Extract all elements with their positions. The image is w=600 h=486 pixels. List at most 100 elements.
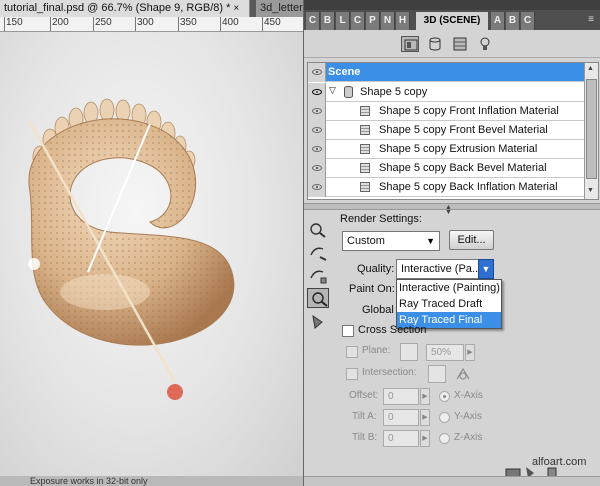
scene-list-scrollbar[interactable]: ▲ ▼: [584, 63, 598, 199]
shape-row[interactable]: ▽ Shape 5 copy: [308, 83, 584, 102]
intersection-label: Intersection:: [362, 367, 417, 378]
document-window: tutorial_final.psd @ 66.7% (Shape 9, RGB…: [0, 0, 303, 486]
plane-color-swatch[interactable]: [400, 343, 418, 361]
visibility-toggle[interactable]: [308, 121, 326, 140]
paint-on-label: Paint On:: [349, 283, 395, 295]
material-row[interactable]: Shape 5 copy Front Bevel Material: [308, 121, 584, 140]
y-axis-radio[interactable]: [439, 412, 450, 423]
panel-top-strip: [304, 0, 600, 10]
ruler-tick: 450: [262, 17, 281, 31]
material-row-label: Shape 5 copy Front Inflation Material: [379, 105, 559, 117]
chevron-right-icon[interactable]: ▶: [420, 430, 430, 447]
visibility-toggle[interactable]: [308, 159, 326, 178]
mesh-filter-icon[interactable]: [426, 36, 444, 52]
chevron-right-icon[interactable]: ▶: [420, 388, 430, 405]
light-tool-icon[interactable]: [307, 312, 329, 332]
visibility-toggle[interactable]: [308, 63, 326, 82]
roll-tool-icon[interactable]: [307, 243, 329, 263]
chevron-right-icon[interactable]: ▶: [465, 344, 475, 361]
material-icon: [360, 163, 370, 173]
panel-tab-collapsed[interactable]: N: [381, 12, 395, 30]
cross-section-checkbox[interactable]: [342, 325, 354, 337]
material-row[interactable]: Shape 5 copy Back Inflation Material: [308, 178, 584, 197]
quality-option-ray-traced-draft[interactable]: Ray Traced Draft: [397, 296, 501, 312]
chevron-down-icon[interactable]: ▼: [478, 259, 494, 279]
panel-tab-collapsed[interactable]: H: [396, 12, 410, 30]
scene-filter-icon[interactable]: [401, 36, 419, 52]
material-tool-icon[interactable]: [307, 266, 329, 286]
panel-tab-collapsed[interactable]: L: [336, 12, 350, 30]
tilt-b-label: Tilt B:: [352, 432, 378, 443]
panel-splitter[interactable]: ▲ ▼: [304, 203, 600, 216]
tab-3d-scene[interactable]: 3D (SCENE): [416, 12, 488, 30]
quality-option-interactive[interactable]: Interactive (Painting): [397, 280, 501, 296]
panel-tab-collapsed[interactable]: B: [506, 12, 520, 30]
panel-tab-collapsed[interactable]: B: [321, 12, 335, 30]
panel-tab-collapsed[interactable]: C: [351, 12, 365, 30]
material-row-label: Shape 5 copy Back Bevel Material: [379, 162, 547, 174]
edit-render-settings-button[interactable]: Edit...: [449, 230, 494, 250]
document-tab-title: tutorial_final.psd @ 66.7% (Shape 9, RGB…: [4, 2, 231, 14]
chevron-right-icon[interactable]: ▶: [420, 409, 430, 426]
scroll-down-icon[interactable]: ▼: [587, 187, 594, 194]
document-tab-title-2: 3d_letter: [260, 2, 303, 14]
plane-opacity-field[interactable]: 50%: [426, 344, 464, 361]
intersection-checkbox[interactable]: [346, 368, 358, 380]
3d-panel: C B L C P N H 3D (SCENE) A B C ≡ Scene ▽…: [303, 0, 600, 486]
tilt-b-field[interactable]: 0: [383, 430, 419, 447]
material-icon: [360, 144, 370, 154]
light-handle: [28, 258, 40, 270]
plane-checkbox[interactable]: [346, 346, 358, 358]
rotate-object-tool-icon[interactable]: [307, 220, 329, 240]
panel-tab-collapsed[interactable]: C: [521, 12, 535, 30]
eye-icon: [312, 146, 322, 152]
close-icon[interactable]: ×: [233, 0, 239, 17]
panel-tab-collapsed[interactable]: C: [306, 12, 320, 30]
visibility-toggle[interactable]: [308, 178, 326, 197]
expand-triangle-icon[interactable]: ▽: [329, 85, 336, 96]
offset-field[interactable]: 0: [383, 388, 419, 405]
material-icon: [360, 106, 370, 116]
scene-row[interactable]: Scene: [308, 63, 584, 82]
light-marker[interactable]: [167, 384, 183, 400]
render-settings-label: Render Settings:: [340, 213, 422, 225]
offset-label: Offset:: [349, 390, 379, 401]
eye-icon: [312, 89, 322, 95]
mesh-icon: [344, 86, 353, 98]
panel-tab-collapsed[interactable]: A: [491, 12, 505, 30]
quality-dropdown-menu[interactable]: Interactive (Painting) Ray Traced Draft …: [396, 279, 502, 329]
scene-tree-list[interactable]: Scene ▽ Shape 5 copy Shape 5 copy Front …: [307, 62, 599, 200]
panel-menu-icon[interactable]: ≡: [585, 14, 597, 26]
light-filter-icon[interactable]: [476, 36, 494, 52]
panel-tab-collapsed[interactable]: P: [366, 12, 380, 30]
scrollbar-thumb[interactable]: [586, 79, 597, 179]
document-tab-bar: tutorial_final.psd @ 66.7% (Shape 9, RGB…: [0, 0, 303, 17]
material-filter-icon[interactable]: [451, 36, 469, 52]
3d-object-render[interactable]: [0, 32, 303, 476]
document-tab-inactive[interactable]: 3d_letter: [256, 0, 303, 17]
plane-label: Plane:: [362, 345, 391, 356]
horizontal-ruler: 150 200 250 300 350 400 450: [0, 17, 303, 32]
material-row[interactable]: Shape 5 copy Front Inflation Material: [308, 102, 584, 121]
document-tab-active[interactable]: tutorial_final.psd @ 66.7% (Shape 9, RGB…: [0, 0, 250, 17]
eye-icon: [312, 165, 322, 171]
visibility-toggle[interactable]: [308, 140, 326, 159]
visibility-toggle[interactable]: [308, 83, 326, 102]
canvas[interactable]: [0, 32, 303, 486]
ruler-tick: 200: [50, 17, 69, 31]
visibility-toggle[interactable]: [308, 102, 326, 121]
scroll-up-icon[interactable]: ▲: [587, 65, 594, 72]
material-row[interactable]: Shape 5 copy Extrusion Material: [308, 140, 584, 159]
intersection-color-swatch[interactable]: [428, 365, 446, 383]
grip-icon: ▲ ▼: [445, 204, 452, 216]
status-bar: Exposure works in 32-bit only: [0, 476, 303, 486]
cross-section-label: Cross Section: [358, 324, 427, 336]
render-preset-select[interactable]: Custom ▼: [342, 231, 440, 251]
x-axis-radio[interactable]: [439, 391, 450, 402]
z-axis-radio[interactable]: [439, 433, 450, 444]
render-settings-tool-icon[interactable]: [307, 288, 329, 308]
material-row[interactable]: Shape 5 copy Back Bevel Material: [308, 159, 584, 178]
tilt-a-field[interactable]: 0: [383, 409, 419, 426]
render-preset-value: Custom: [347, 235, 385, 247]
flip-cross-section-icon[interactable]: [454, 365, 472, 383]
